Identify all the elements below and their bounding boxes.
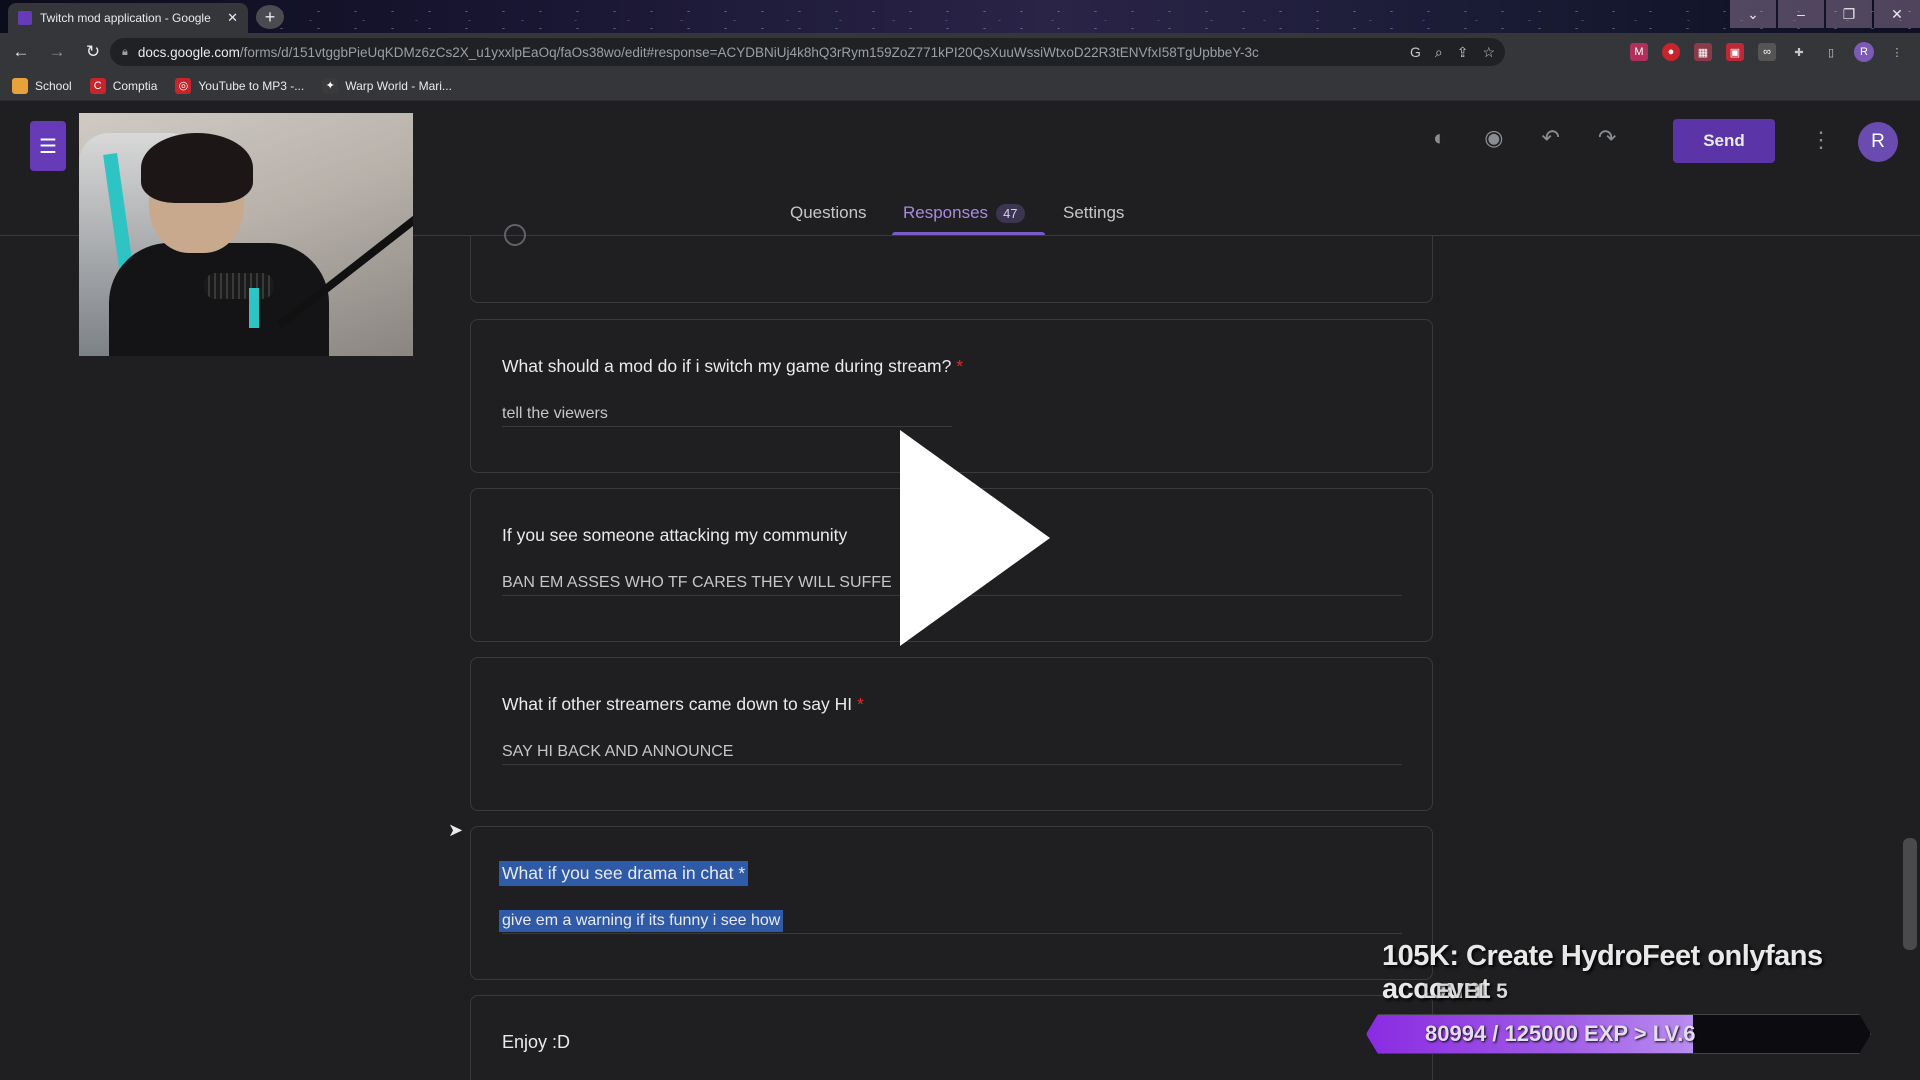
forward-icon[interactable]: →: [42, 42, 72, 62]
extension-icon[interactable]: ●: [1662, 43, 1680, 61]
question-label: If you see someone attacking my communit…: [502, 525, 848, 545]
question-label: What should a mod do if i switch my game…: [502, 356, 952, 376]
palette-icon[interactable]: ◐: [1433, 125, 1446, 151]
answer-underline: [502, 933, 1402, 934]
preview-eye-icon[interactable]: ◉: [1484, 125, 1503, 151]
tab-responses-label: Responses: [903, 203, 989, 222]
tab-questions[interactable]: Questions: [790, 203, 867, 223]
send-button[interactable]: Send: [1673, 119, 1775, 163]
side-panel-icon[interactable]: ▯: [1822, 43, 1840, 61]
bookmark-youtube-mp3[interactable]: ◎ YouTube to MP3 -...: [175, 77, 305, 94]
bookmark-label: Warp World - Mari...: [345, 78, 452, 93]
play-icon[interactable]: [900, 430, 1050, 646]
forms-logo-icon[interactable]: ☰: [30, 121, 66, 171]
extension-icon[interactable]: ▦: [1694, 43, 1712, 61]
undo-icon[interactable]: ↶: [1542, 125, 1560, 151]
xp-progress-text: 80994 / 125000 EXP > LV.6: [1425, 1021, 1696, 1046]
google-lens-icon[interactable]: G: [1410, 44, 1421, 60]
bookmark-label: Comptia: [112, 78, 158, 93]
browser-tab[interactable]: Twitch mod application - Google ✕: [8, 3, 248, 33]
extension-icon[interactable]: ∞: [1758, 43, 1776, 61]
answer-text: BAN EM ASSES WHO TF CARES THEY WILL SUFF…: [502, 574, 892, 591]
microphone-icon: [204, 273, 274, 299]
bookmark-folder-icon: [12, 77, 28, 94]
question-text-highlighted: What if you see drama in chat *: [499, 861, 749, 886]
bookmark-warp-world[interactable]: ✦ Warp World - Mari...: [322, 77, 452, 94]
youtube-mp3-icon: ◎: [175, 77, 192, 94]
answer-text: tell the viewers: [502, 405, 608, 422]
warp-world-icon: ✦: [322, 77, 339, 94]
streamer-body: [109, 243, 329, 356]
bookmark-school[interactable]: School: [12, 77, 72, 94]
reload-icon[interactable]: ↻: [78, 42, 108, 62]
radio-option-icon: [504, 224, 526, 246]
browser-toolbar: ← → ↻ 🔒︎ docs.google.com /forms/d/151vtg…: [0, 33, 1920, 71]
tab-title: Twitch mod application - Google: [40, 11, 211, 25]
more-options-icon[interactable]: ⋮: [1810, 127, 1832, 153]
question-label: What if other streamers came down to say…: [502, 694, 853, 714]
mouse-cursor-icon: ➤: [448, 820, 464, 840]
streamer-hair: [141, 133, 253, 203]
responses-count-badge: 47: [996, 204, 1025, 223]
answer-text: SAY HI BACK AND ANNOUNCE: [502, 743, 734, 760]
webcam-overlay: [79, 113, 413, 356]
tab-search-icon[interactable]: ⌄: [1730, 0, 1776, 28]
active-tab-indicator: [892, 232, 1045, 235]
redo-icon[interactable]: ↷: [1598, 125, 1616, 151]
xp-progress-bar: 80994 / 125000 EXP > LV.6: [1366, 1014, 1871, 1054]
tab-settings[interactable]: Settings: [1063, 203, 1124, 223]
response-card: What if you see drama in chat * give em …: [470, 826, 1433, 980]
zoom-icon[interactable]: ⌕: [1435, 44, 1443, 61]
window-controls: ⌄ – ❐ ✕: [1728, 0, 1920, 28]
omnibox-actions: G ⌕ ⇪ ☆: [1410, 38, 1495, 66]
response-card: Enjoy :D: [470, 995, 1433, 1080]
answer-underline: [502, 764, 1402, 765]
extension-icon[interactable]: M: [1630, 43, 1648, 61]
level-label: LEVEL 5: [1423, 980, 1508, 1003]
puzzle-icon[interactable]: ✚: [1790, 43, 1808, 61]
lock-icon: 🔒︎: [122, 45, 128, 58]
bookmarks-bar: School C Comptia ◎ YouTube to MP3 -... ✦…: [0, 71, 1920, 101]
profile-avatar-icon[interactable]: R: [1854, 42, 1874, 62]
extension-icon[interactable]: ▣: [1726, 43, 1744, 61]
extensions-area: M ● ▦ ▣ ∞ ✚ ▯ R ⋮: [1630, 33, 1906, 71]
mic-accent: [249, 288, 259, 328]
url-path: /forms/d/151vtggbPieUqKDMz6zCs2X_u1yxxlp…: [239, 44, 1259, 60]
window-close-icon[interactable]: ✕: [1874, 0, 1920, 28]
page-scrollbar[interactable]: [1903, 838, 1917, 950]
browser-menu-icon[interactable]: ⋮: [1888, 43, 1906, 61]
minimize-icon[interactable]: –: [1778, 0, 1824, 28]
restore-icon[interactable]: ❐: [1826, 0, 1872, 28]
tab-responses[interactable]: Responses 47: [903, 203, 1025, 223]
bookmark-comptia[interactable]: C Comptia: [89, 77, 158, 94]
comptia-icon: C: [89, 77, 106, 94]
tab-close-icon[interactable]: ✕: [227, 10, 238, 26]
required-asterisk: *: [857, 694, 864, 714]
url-host: docs.google.com: [137, 44, 240, 60]
response-card-partial: [470, 224, 1433, 303]
response-card: What if other streamers came down to say…: [470, 657, 1433, 811]
closing-text: Enjoy :D: [502, 1032, 571, 1052]
answer-text-highlighted: give em a warning if its funny i see how: [499, 910, 784, 932]
question-text: What should a mod do if i switch my game…: [502, 356, 963, 377]
required-asterisk: *: [956, 356, 964, 376]
forms-favicon-icon: [18, 11, 32, 25]
header-actions: ◐ ◉ ↶ ↷: [1433, 125, 1616, 151]
account-avatar[interactable]: R: [1858, 122, 1898, 162]
bookmark-star-icon[interactable]: ☆: [1482, 44, 1495, 61]
share-icon[interactable]: ⇪: [1457, 44, 1469, 61]
bookmark-label: School: [35, 78, 72, 93]
address-bar[interactable]: 🔒︎ docs.google.com /forms/d/151vtggbPieU…: [110, 38, 1505, 66]
back-icon[interactable]: ←: [6, 42, 36, 62]
bookmark-label: YouTube to MP3 -...: [198, 78, 305, 93]
answer-underline: [502, 426, 952, 427]
tabbar-background: [0, 0, 1920, 33]
browser-tab-bar: Twitch mod application - Google ✕ + ⌄ – …: [0, 0, 1920, 33]
question-text: What if other streamers came down to say…: [502, 694, 864, 715]
new-tab-button[interactable]: +: [256, 5, 284, 29]
